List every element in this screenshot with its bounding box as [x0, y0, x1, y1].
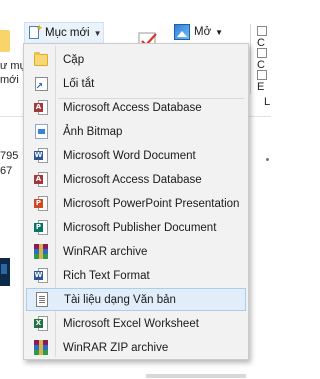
ribbon-divider	[250, 24, 251, 94]
menu-item-label: Rich Text Format	[63, 269, 150, 282]
chevron-down-icon: ▼	[215, 27, 224, 37]
menu-item-label: Microsoft Word Document	[63, 149, 196, 162]
ribbon-left-label: ư mụ	[0, 60, 26, 72]
menu-item-label: Microsoft PowerPoint Presentation	[63, 197, 240, 210]
scrollbar[interactable]	[146, 374, 246, 378]
shortcut-icon	[34, 76, 48, 92]
menu-item-label: Cặp	[63, 53, 85, 66]
menu-item-word-document[interactable]: W Microsoft Word Document	[26, 144, 246, 167]
bitmap-icon	[34, 124, 48, 139]
folder-icon	[34, 51, 48, 66]
new-item-button[interactable]: ✦ Mục mới ▼	[24, 22, 104, 44]
menu-item-label: Lối tắt	[63, 77, 95, 90]
access-icon: A	[34, 99, 48, 116]
powerpoint-icon: P	[34, 195, 48, 212]
menu-item-label: Microsoft Access Database	[63, 101, 202, 114]
menu-item-label: Microsoft Publisher Document	[63, 221, 217, 234]
menu-item-label: Microsoft Access Database	[63, 173, 202, 186]
open-label: Mở	[194, 26, 212, 38]
ribbon-left-label: mới	[0, 74, 19, 86]
dot-icon	[266, 158, 269, 161]
menu-item-label: Ảnh Bitmap	[63, 125, 123, 138]
menu-item-label: WinRAR archive	[63, 245, 148, 258]
menu-item-shortcut[interactable]: Lối tắt	[26, 72, 246, 95]
image-thumbnail	[0, 258, 10, 286]
ribbon-right-item[interactable]: C	[257, 25, 271, 49]
winrar-zip-icon	[34, 340, 48, 355]
checkbox-icon	[257, 26, 267, 37]
menu-item-rich-text[interactable]: W Rich Text Format	[26, 264, 246, 287]
folder-icon	[0, 30, 10, 52]
menu-item-winrar-archive[interactable]: WinRAR archive	[26, 240, 246, 263]
checkbox-icon	[257, 70, 267, 81]
excel-icon: X	[34, 315, 48, 332]
menu-item-text-document[interactable]: Tài liệu dạng Văn bản	[26, 288, 246, 311]
new-item-menu: Cặp Lối tắt A Microsoft Access Database …	[23, 43, 249, 360]
menu-item-bitmap[interactable]: Ảnh Bitmap	[26, 120, 246, 143]
open-button[interactable]: Mở ▼	[174, 24, 223, 40]
menu-item-publisher[interactable]: P Microsoft Publisher Document	[26, 216, 246, 239]
menu-item-label: Microsoft Excel Worksheet	[63, 317, 199, 330]
file-size-value: 67	[0, 165, 13, 177]
menu-item-excel-worksheet[interactable]: X Microsoft Excel Worksheet	[26, 312, 246, 335]
access-icon: A	[34, 171, 48, 188]
ribbon-right-item[interactable]: E	[257, 69, 271, 93]
menu-item-access-database[interactable]: A Microsoft Access Database	[26, 96, 246, 119]
new-item-icon: ✦	[28, 24, 43, 40]
winrar-icon	[34, 244, 48, 259]
checkbox-icon	[257, 48, 267, 59]
rtf-icon: W	[34, 267, 48, 284]
ribbon-group-label: L	[264, 96, 271, 108]
menu-item-label: Tài liệu dạng Văn bản	[64, 293, 176, 306]
menu-item-winrar-zip[interactable]: WinRAR ZIP archive	[26, 336, 246, 359]
menu-item-powerpoint[interactable]: P Microsoft PowerPoint Presentation	[26, 192, 246, 215]
ribbon-right-item[interactable]: C	[257, 47, 271, 71]
word-icon: W	[34, 147, 48, 164]
new-item-label: Mục mới	[45, 27, 90, 39]
chevron-down-icon: ▼	[93, 28, 102, 38]
menu-item-label: WinRAR ZIP archive	[63, 341, 169, 354]
menu-item-access-database-2[interactable]: A Microsoft Access Database	[26, 168, 246, 191]
file-size-value: 795	[0, 150, 19, 162]
open-icon	[174, 24, 190, 40]
text-document-icon	[36, 292, 48, 307]
menu-item-folder[interactable]: Cặp	[26, 48, 246, 71]
publisher-icon: P	[34, 219, 48, 236]
